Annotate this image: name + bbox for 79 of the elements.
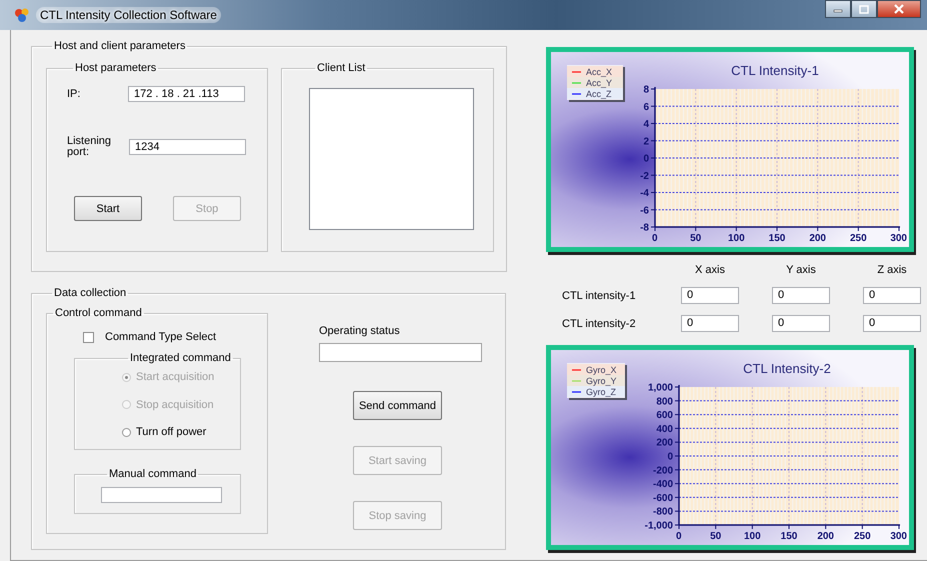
axis-tick-label: 250 (854, 531, 871, 542)
value-field[interactable]: 0 (863, 315, 921, 332)
axis-tick-label: -8 (640, 222, 649, 234)
axis-tick-label: 0 (667, 452, 673, 462)
value-field[interactable]: 0 (772, 315, 830, 332)
axis-tick-label: 150 (768, 233, 786, 244)
app-icon (14, 7, 30, 23)
axis-tick-label: 200 (817, 531, 834, 542)
column-header: Z axis (876, 264, 908, 276)
group-label: Integrated command (129, 352, 232, 364)
axis-tick-label: 100 (744, 531, 761, 542)
group-label: Host and client parameters (53, 40, 186, 52)
group-label: Data collection (53, 287, 128, 299)
axis-tick-label: -1,000 (644, 520, 673, 532)
axis-tick-label: 800 (656, 396, 673, 408)
legend-label: Gyro_Z (586, 387, 616, 397)
axis-tick-label: -6 (640, 205, 649, 216)
start-button[interactable]: Start (74, 196, 142, 221)
axis-tick-label: 1,000 (648, 382, 673, 394)
axis-tick-label: 2 (643, 136, 649, 148)
axis-tick-label: 50 (710, 531, 722, 542)
axis-tick-label: 0 (676, 531, 682, 542)
ip-label: IP: (67, 88, 82, 100)
chart-title: CTL Intensity-1 (731, 63, 819, 78)
axis-tick-label: 600 (656, 410, 673, 422)
axis-tick-label: 300 (890, 233, 907, 244)
value-field[interactable]: 0 (681, 287, 739, 304)
ip-address-field[interactable]: 172 . 18 . 21 .113 (128, 86, 245, 102)
checkbox-label[interactable]: Command Type Select (105, 331, 216, 343)
value-field[interactable]: 0 (772, 287, 830, 304)
group-label: Client List (316, 62, 366, 74)
axis-tick-label: -2 (640, 170, 649, 182)
group-label: Manual command (108, 468, 198, 480)
port-field[interactable]: 1234 (129, 139, 246, 155)
port-label: Listening port: (67, 136, 112, 158)
axis-tick-label: -400 (652, 479, 673, 490)
close-icon (893, 4, 905, 14)
value-field[interactable]: 0 (681, 315, 739, 332)
axis-tick-label: -200 (652, 465, 673, 476)
status-label: Operating status (319, 325, 401, 337)
axis-tick-label: 100 (728, 233, 745, 244)
axis-tick-label: 8 (643, 84, 649, 96)
legend-label: Gyro_Y (586, 376, 617, 386)
client-list[interactable] (309, 88, 474, 230)
value-field[interactable]: 0 (863, 287, 921, 304)
send-command-button[interactable]: Send command (353, 391, 442, 420)
legend-label: Acc_Y (586, 78, 612, 88)
radio-button[interactable] (122, 428, 131, 436)
axis-tick-label: 0 (643, 154, 649, 164)
legend-label: Acc_X (586, 67, 612, 77)
maximize-icon (859, 4, 869, 14)
axis-tick-label: 150 (780, 531, 798, 542)
close-button[interactable] (877, 0, 921, 18)
column-header: X axis (694, 264, 726, 276)
minimize-button[interactable] (825, 0, 851, 18)
axis-tick-label: 200 (809, 233, 826, 244)
group-label: Host parameters (74, 62, 158, 74)
legend-label: Acc_Z (586, 89, 612, 99)
legend-label: Gyro_X (586, 365, 617, 375)
maximize-button[interactable] (851, 0, 877, 18)
checkbox[interactable] (83, 332, 94, 342)
axis-tick-label: 200 (656, 438, 673, 449)
radio-label[interactable]: Turn off power (136, 426, 206, 438)
group-label: Control command (54, 307, 143, 319)
row-label: CTL intensity-2 (562, 318, 637, 330)
axis-tick-label: 6 (643, 102, 649, 113)
axis-tick-label: -800 (652, 506, 673, 518)
axis-tick-label: 400 (656, 424, 673, 435)
manual-command-field[interactable] (101, 487, 222, 503)
axis-tick-label: 0 (652, 233, 658, 244)
column-header: Y axis (785, 264, 817, 276)
axis-tick-label: -600 (652, 492, 673, 504)
axis-tick-label: -4 (640, 188, 649, 199)
axis-tick-label: 50 (690, 233, 702, 244)
axis-tick-label: 4 (643, 119, 649, 130)
row-label: CTL intensity-1 (562, 290, 637, 302)
axis-tick-label: 250 (850, 233, 867, 244)
axis-tick-label: 300 (890, 531, 907, 542)
chart-title: CTL Intensity-2 (743, 361, 831, 376)
